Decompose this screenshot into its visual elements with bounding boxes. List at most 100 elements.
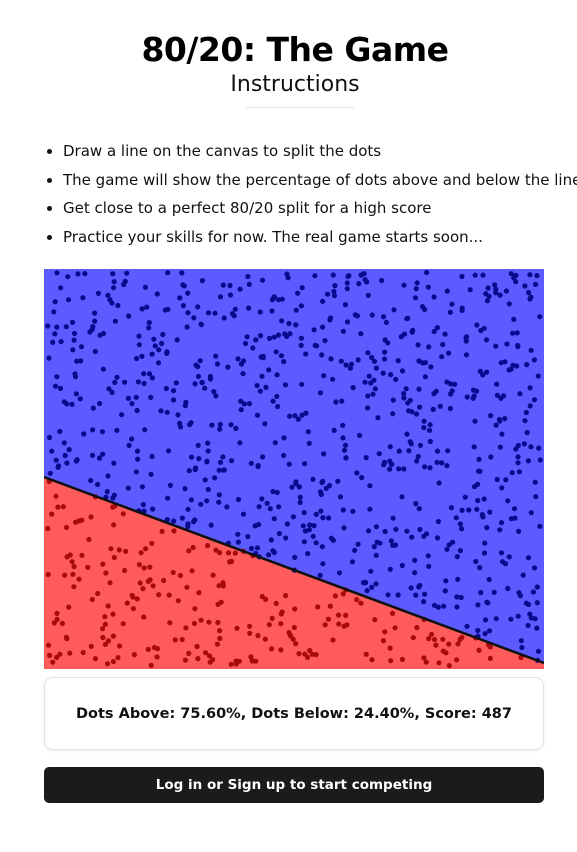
dot — [344, 280, 350, 286]
dot — [365, 528, 372, 534]
dot — [49, 511, 55, 517]
dot — [179, 270, 185, 276]
dot — [372, 617, 378, 623]
dot — [221, 315, 227, 321]
dot — [133, 469, 139, 475]
dot — [292, 413, 298, 419]
dot — [156, 592, 162, 598]
dot — [446, 350, 452, 356]
dot — [100, 366, 106, 372]
dot — [59, 620, 65, 627]
dot — [57, 385, 64, 391]
dot — [306, 440, 312, 446]
dot — [302, 651, 308, 657]
game-canvas[interactable] — [44, 269, 544, 669]
dot — [89, 452, 96, 458]
dot — [299, 285, 305, 291]
dot — [188, 454, 195, 460]
game-canvas-svg[interactable] — [44, 269, 544, 669]
dot — [457, 636, 463, 642]
dot — [310, 533, 316, 539]
dot — [146, 325, 152, 331]
dot — [242, 340, 249, 347]
dot — [69, 319, 76, 325]
dot — [484, 369, 490, 375]
dot — [354, 313, 360, 319]
dot — [274, 393, 280, 399]
dot — [189, 568, 195, 574]
dot — [193, 362, 199, 368]
dot — [508, 616, 514, 622]
dot — [412, 570, 418, 576]
dot — [65, 297, 72, 303]
dot — [327, 603, 333, 609]
dot — [100, 561, 106, 567]
dot — [421, 425, 427, 431]
dot — [102, 621, 108, 627]
dot — [365, 405, 371, 411]
dot — [183, 625, 189, 631]
dot — [266, 622, 272, 628]
dot — [434, 459, 440, 465]
dot — [492, 282, 498, 288]
dot — [476, 456, 482, 462]
dot — [74, 358, 80, 364]
dot — [150, 583, 156, 589]
dot — [140, 502, 146, 508]
dot — [278, 353, 284, 359]
dot — [276, 530, 282, 537]
dot — [154, 291, 160, 297]
dot — [358, 331, 364, 337]
dot — [421, 599, 427, 605]
dot — [134, 407, 140, 414]
dot — [134, 355, 140, 362]
dot — [387, 458, 393, 464]
dot — [90, 405, 96, 411]
dot — [67, 650, 73, 656]
dot — [205, 543, 211, 549]
dot — [208, 522, 214, 528]
instruction-item: Get close to a perfect 80/20 split for a… — [63, 194, 577, 223]
dot — [185, 290, 191, 296]
dot — [115, 655, 121, 661]
dot — [422, 374, 428, 380]
dot — [380, 638, 386, 644]
dot — [215, 601, 221, 607]
dot — [517, 593, 523, 599]
dot — [77, 396, 83, 402]
dot — [373, 365, 379, 371]
dot — [199, 380, 205, 386]
dot — [382, 337, 388, 343]
dot — [186, 650, 192, 656]
dot — [255, 464, 261, 470]
dot — [473, 558, 479, 565]
dot — [444, 379, 450, 385]
dot — [487, 644, 493, 650]
dot — [92, 348, 98, 355]
dot — [260, 454, 266, 460]
dot — [111, 554, 117, 561]
dot — [205, 440, 211, 446]
dot — [421, 418, 427, 424]
dot — [365, 393, 371, 399]
dot — [271, 516, 277, 522]
dot — [440, 341, 446, 348]
dot — [215, 619, 221, 626]
dot — [299, 412, 305, 418]
dot — [293, 307, 299, 313]
dot — [318, 491, 324, 498]
login-signup-button[interactable]: Log in or Sign up to start competing — [44, 767, 544, 803]
dot — [413, 501, 419, 507]
dot — [459, 307, 465, 313]
dot — [270, 398, 276, 404]
dot — [214, 641, 220, 647]
dot — [88, 514, 94, 520]
dot — [452, 381, 458, 387]
dot — [281, 359, 287, 365]
dot — [520, 572, 526, 578]
dot — [52, 331, 58, 337]
dot — [527, 272, 533, 278]
dot — [535, 648, 542, 654]
dot — [245, 534, 251, 540]
dot — [141, 614, 147, 620]
